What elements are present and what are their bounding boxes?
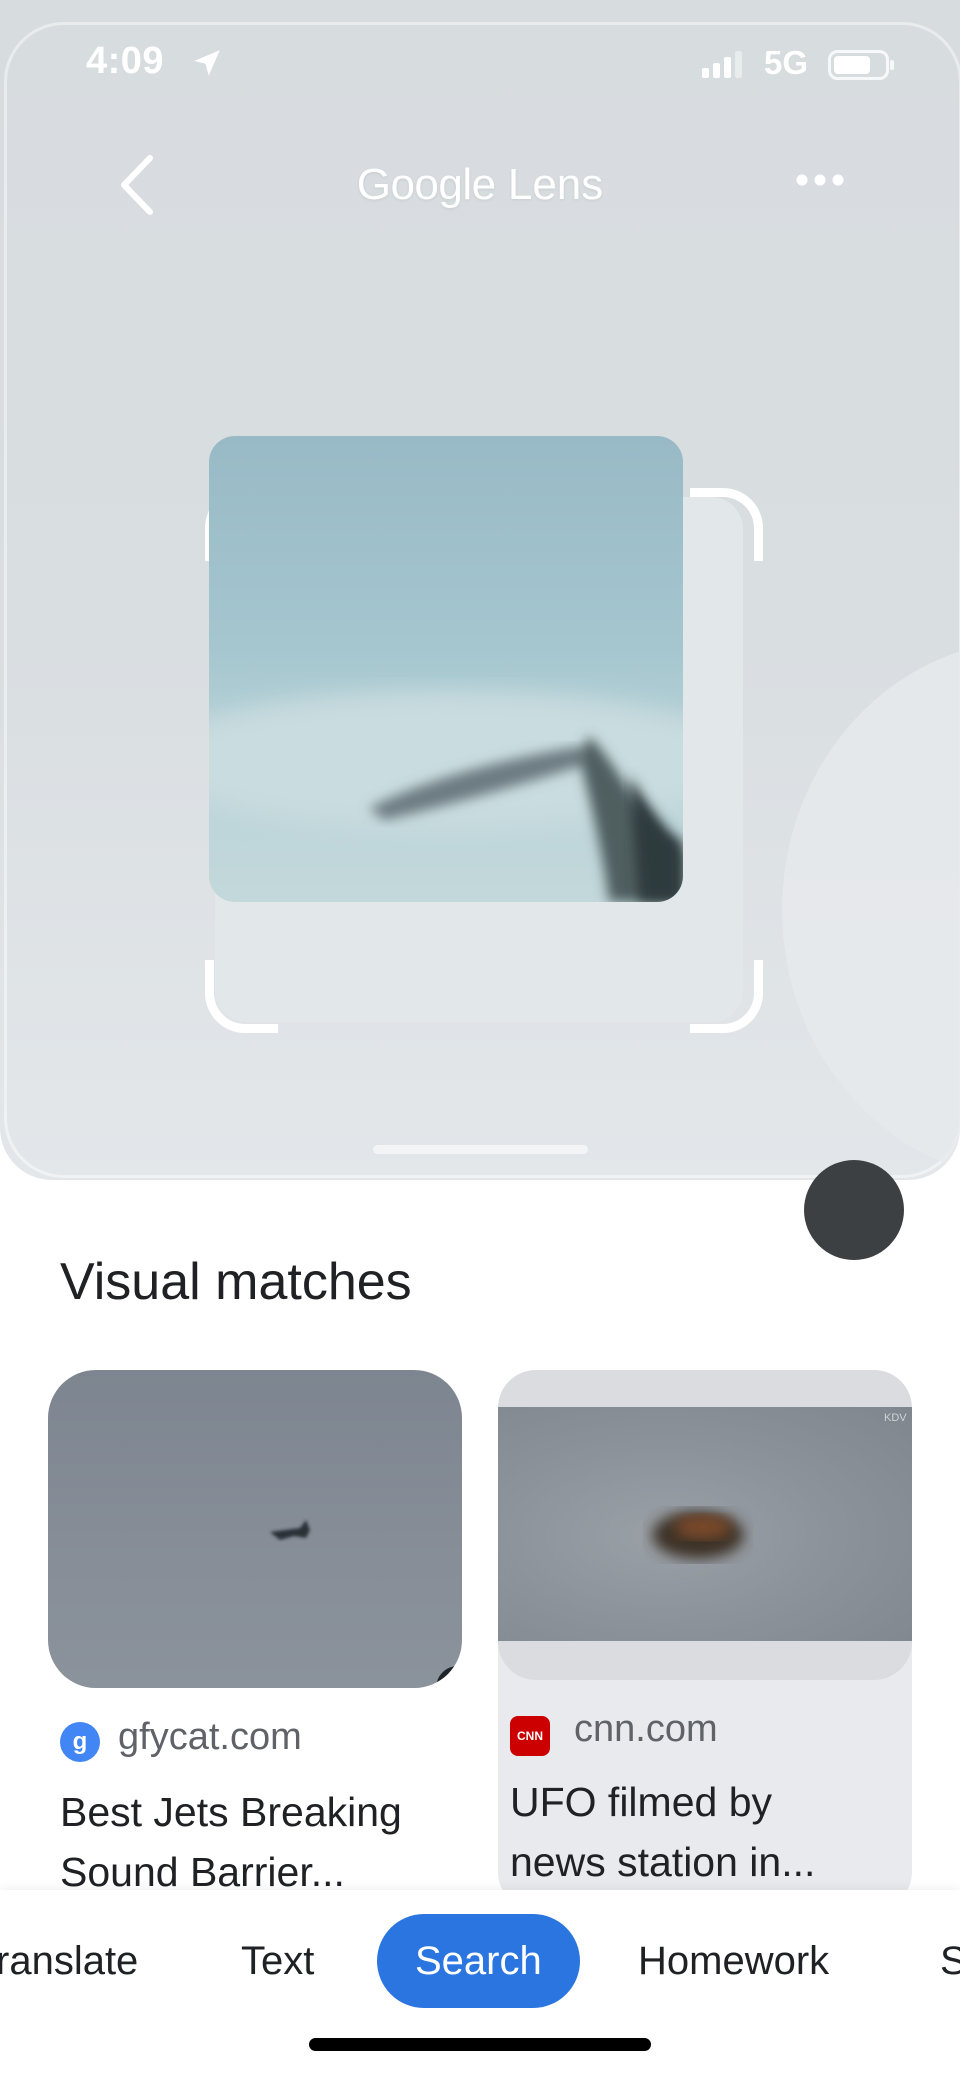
- result-caption[interactable]: Best Jets Breaking Sound Barrier...: [60, 1782, 460, 1902]
- result-source[interactable]: cnn.com: [574, 1708, 718, 1751]
- more-horizontal-icon: [796, 174, 844, 186]
- status-time: 4:09: [86, 40, 165, 82]
- result-card[interactable]: KDV CNN cnn.com UFO filmed by news stati…: [498, 1370, 912, 1910]
- location-arrow-icon: [194, 50, 220, 76]
- result-caption[interactable]: UFO filmed by news station in...: [510, 1772, 910, 1892]
- more-options-button[interactable]: [790, 160, 850, 200]
- signal-icon: [702, 51, 742, 78]
- cnn-favicon-icon: CNN: [510, 1716, 550, 1756]
- floating-action-button[interactable]: [804, 1160, 904, 1260]
- section-title: Visual matches: [60, 1253, 412, 1311]
- caption-line: UFO filmed by: [510, 1779, 772, 1825]
- sky-object-image: [209, 691, 683, 902]
- watermark: KDV: [884, 1412, 907, 1424]
- crop-handle-bottom-left[interactable]: [205, 960, 278, 1033]
- tab-translate[interactable]: ranslate: [0, 1914, 138, 2008]
- status-bar: 4:09 5G: [0, 28, 960, 98]
- result-image-frame[interactable]: KDV: [498, 1370, 912, 1680]
- caption-line: Best Jets Breaking: [60, 1789, 402, 1835]
- crop-handle-top-right[interactable]: [690, 488, 763, 561]
- result-source[interactable]: gfycat.com: [118, 1716, 302, 1759]
- mode-tab-bar: ranslate Text Search Homework S: [0, 1890, 960, 2079]
- background-shape: [782, 640, 960, 1180]
- sheet-drag-handle[interactable]: [373, 1145, 588, 1154]
- ufo-image: KDV: [652, 1412, 907, 1559]
- tab-text[interactable]: Text: [241, 1914, 314, 2008]
- title-google: Google: [356, 160, 496, 209]
- battery-icon: [828, 50, 894, 80]
- tab-search[interactable]: Search: [377, 1914, 580, 2008]
- crop-handle-bottom-right[interactable]: [690, 960, 763, 1033]
- gfycat-favicon-icon: g: [60, 1722, 100, 1762]
- home-indicator[interactable]: [309, 2038, 651, 2051]
- tab-next[interactable]: S: [940, 1914, 960, 2008]
- result-image[interactable]: KDV: [498, 1407, 912, 1641]
- selected-image-thumbnail: [209, 436, 683, 902]
- image-preview-panel[interactable]: 4:09 5G Google Lens: [0, 0, 960, 1180]
- result-image[interactable]: [48, 1370, 462, 1688]
- jet-image: [270, 1520, 462, 1688]
- caption-line: news station in...: [510, 1839, 816, 1885]
- network-type: 5G: [764, 44, 809, 81]
- title-lens: Lens: [507, 160, 604, 209]
- tab-homework[interactable]: Homework: [638, 1914, 829, 2008]
